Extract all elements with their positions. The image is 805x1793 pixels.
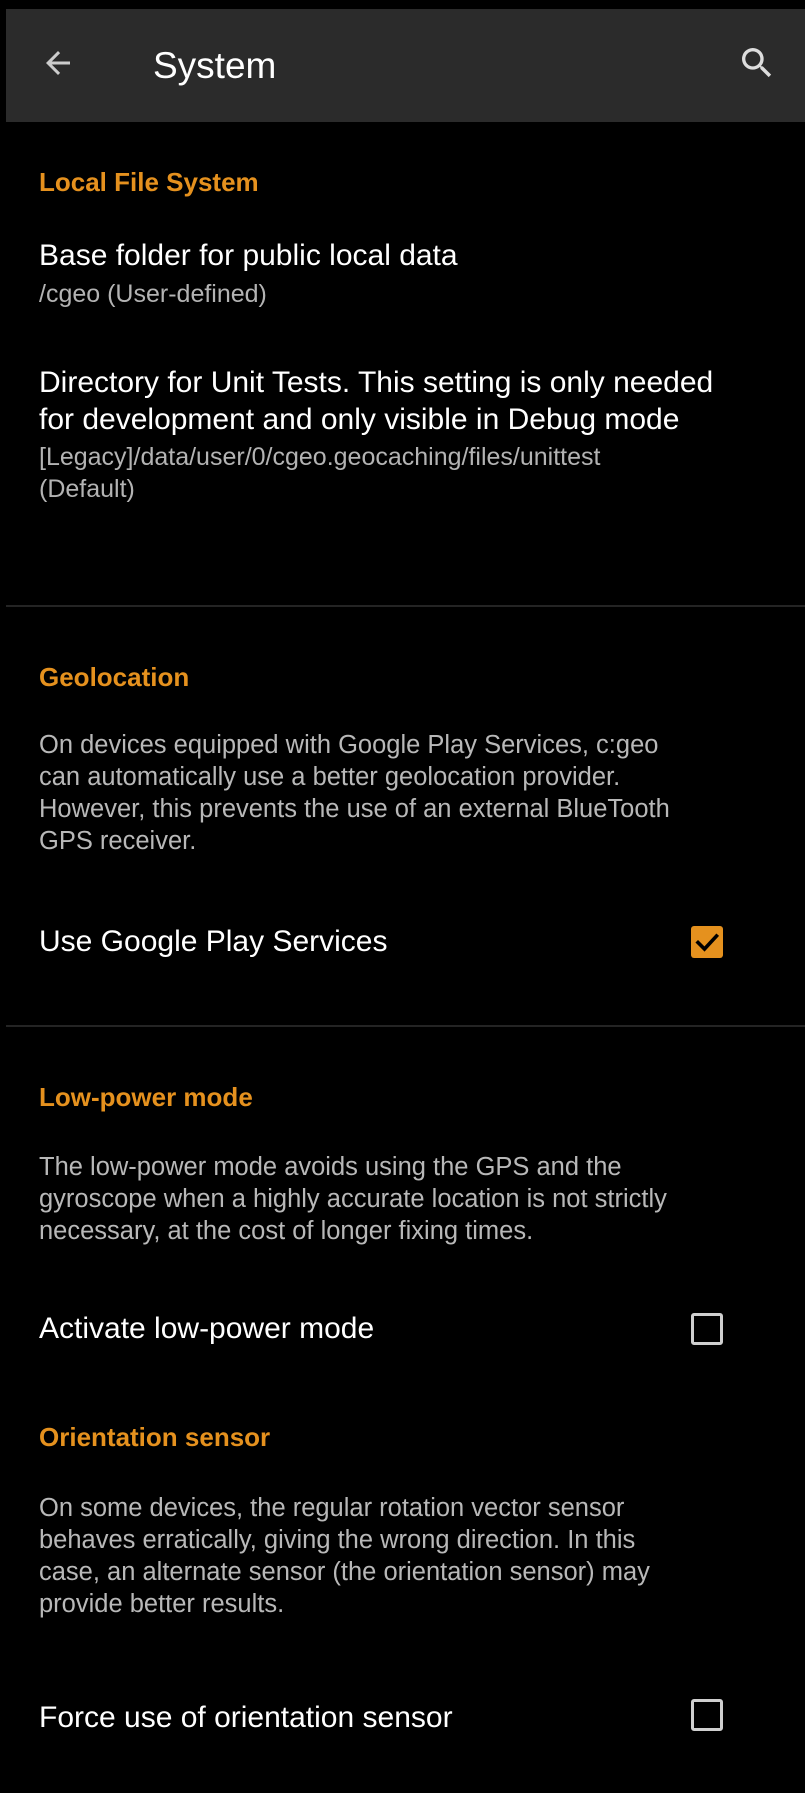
use-google-play-services-checkbox[interactable] — [691, 926, 723, 958]
orientation-info-line: provide better results. — [39, 1590, 285, 1618]
geolocation-info-line: However, this prevents the use of an ext… — [39, 795, 670, 823]
activate-low-power-mode-checkbox[interactable] — [691, 1313, 723, 1345]
section-divider — [6, 605, 805, 607]
category-low-power-mode: Low-power mode — [39, 1082, 253, 1112]
category-geolocation: Geolocation — [39, 662, 190, 692]
page-title: System — [153, 45, 277, 86]
low-power-info: The low-power mode avoids using the GPS … — [39, 1151, 769, 1247]
use-google-play-services-label: Use Google Play Services — [39, 925, 388, 958]
category-local-file-system: Local File System — [39, 167, 259, 197]
settings-screen: System Local File System Base folder for… — [6, 9, 805, 1793]
low-power-info-line: The low-power mode avoids using the GPS … — [39, 1153, 622, 1181]
arrow-left-icon — [40, 45, 76, 86]
back-button[interactable] — [32, 39, 84, 91]
activate-low-power-mode-preference[interactable]: Activate low-power mode — [6, 1277, 805, 1377]
use-google-play-services-preference[interactable]: Use Google Play Services — [6, 892, 805, 992]
search-icon — [737, 43, 777, 88]
base-folder-title: Base folder for public local data — [39, 239, 458, 272]
geolocation-info-line: can automatically use a better geolocati… — [39, 763, 621, 791]
app-toolbar: System — [6, 9, 805, 122]
orientation-info-line: On some devices, the regular rotation ve… — [39, 1494, 625, 1522]
force-orientation-sensor-checkbox[interactable] — [691, 1699, 723, 1731]
checkmark-icon — [691, 926, 723, 958]
unit-tests-title-line-2: for development and only visible in Debu… — [39, 403, 680, 436]
low-power-info-line: gyroscope when a highly accurate locatio… — [39, 1185, 667, 1213]
section-divider — [6, 1025, 805, 1027]
force-orientation-sensor-preference[interactable]: Force use of orientation sensor — [6, 1677, 805, 1777]
geolocation-info: On devices equipped with Google Play Ser… — [39, 729, 769, 857]
unit-tests-summary-line-1: [Legacy]/data/user/0/cgeo.geocaching/fil… — [39, 443, 601, 471]
low-power-info-line: necessary, at the cost of longer fixing … — [39, 1217, 534, 1245]
geolocation-info-line: GPS receiver. — [39, 827, 197, 855]
base-folder-preference[interactable]: Base folder for public local data /cgeo … — [6, 227, 805, 327]
unit-tests-summary-line-2: (Default) — [39, 475, 135, 503]
unit-tests-directory-preference[interactable]: Directory for Unit Tests. This setting i… — [6, 362, 805, 522]
unit-tests-title-line-1: Directory for Unit Tests. This setting i… — [39, 366, 714, 399]
base-folder-summary: /cgeo (User-defined) — [39, 280, 267, 308]
force-orientation-sensor-label: Force use of orientation sensor — [39, 1701, 453, 1734]
activate-low-power-mode-label: Activate low-power mode — [39, 1312, 375, 1345]
geolocation-info-line: On devices equipped with Google Play Ser… — [39, 731, 659, 759]
orientation-info: On some devices, the regular rotation ve… — [39, 1492, 769, 1620]
orientation-info-line: behaves erratically, giving the wrong di… — [39, 1526, 636, 1554]
orientation-info-line: case, an alternate sensor (the orientati… — [39, 1558, 650, 1586]
search-button[interactable] — [729, 37, 785, 93]
category-orientation-sensor: Orientation sensor — [39, 1422, 271, 1452]
